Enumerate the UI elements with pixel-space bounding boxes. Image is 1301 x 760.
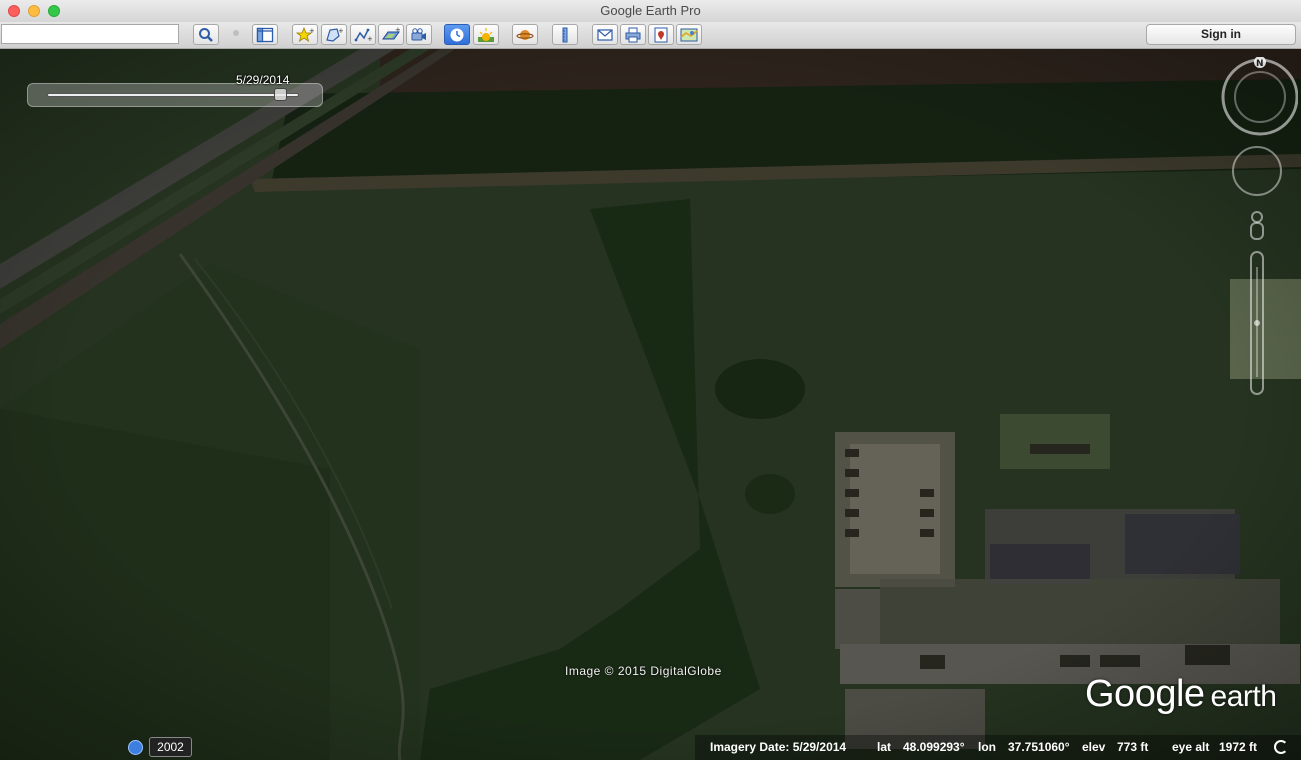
image-overlay-icon: +	[382, 27, 400, 39]
envelope-icon	[597, 28, 613, 41]
title-bar: Google Earth Pro	[0, 0, 1301, 23]
loading-spinner-icon	[1274, 740, 1288, 754]
satellite-imagery	[0, 49, 1301, 760]
email-button[interactable]	[592, 24, 618, 45]
google-earth-logo: Google earth	[1085, 673, 1277, 716]
eye-alt-label: eye alt	[1172, 740, 1210, 754]
ruler-icon	[562, 27, 568, 42]
logo-product: earth	[1210, 680, 1277, 713]
save-image-button[interactable]	[648, 24, 674, 45]
save-image-icon	[654, 27, 668, 42]
clock-icon	[450, 28, 464, 41]
magnifier-icon	[199, 27, 213, 42]
imagery-copyright: Image © 2015 DigitalGlobe	[565, 664, 722, 678]
svg-text:+: +	[395, 27, 400, 34]
sidebar-icon	[256, 27, 274, 42]
imagery-year[interactable]: 2002	[149, 737, 192, 757]
time-slider-track[interactable]	[47, 93, 299, 97]
search-input[interactable]	[1, 24, 179, 44]
lon-value: 37.751060°	[1008, 740, 1070, 754]
add-placemark-button[interactable]: +	[292, 24, 318, 45]
placemark-icon: +	[296, 26, 314, 42]
printer-icon	[625, 27, 641, 42]
logo-brand: Google	[1085, 673, 1205, 715]
historical-imagery-button[interactable]	[444, 24, 470, 45]
record-tour-button[interactable]	[406, 24, 432, 45]
sidebar-toggle-button[interactable]	[252, 24, 278, 45]
time-slider-thumb[interactable]	[274, 88, 288, 101]
navigation-controls: N	[1221, 57, 1298, 395]
path-icon: +	[354, 28, 372, 43]
sun-icon	[478, 27, 494, 42]
add-polygon-button[interactable]: +	[321, 24, 347, 45]
search-panel-button[interactable]	[193, 24, 219, 45]
switch-planet-button[interactable]	[512, 24, 538, 45]
lat-value: 48.099293°	[903, 740, 965, 754]
zoom-slider[interactable]	[1250, 251, 1264, 395]
toolbar-separator-dot	[233, 30, 239, 36]
add-image-overlay-button[interactable]: +	[378, 24, 404, 45]
add-path-button[interactable]: +	[350, 24, 376, 45]
compass-north-label: N	[1256, 59, 1264, 69]
sign-in-button[interactable]: Sign in	[1146, 24, 1296, 45]
status-bar: 2002 Imagery Date: 5/29/2014 lat 48.0992…	[0, 735, 1301, 760]
status-readout: Imagery Date: 5/29/2014 lat 48.099293° l…	[695, 735, 1301, 760]
window-title: Google Earth Pro	[600, 3, 701, 18]
ruler-button[interactable]	[552, 24, 578, 45]
move-control[interactable]	[1232, 146, 1282, 196]
record-tour-icon	[411, 27, 426, 40]
maps-icon	[680, 28, 698, 41]
imagery-date: Imagery Date: 5/29/2014	[710, 740, 847, 754]
time-slider-date: 5/29/2014	[236, 73, 290, 87]
svg-text:+: +	[338, 27, 343, 35]
toolbar: + + + + Sign in	[0, 22, 1301, 49]
planet-icon	[516, 29, 534, 40]
map-view[interactable]: 5/29/2014 N Image © 2015 DigitalGlobe Go…	[0, 49, 1301, 760]
lat-label: lat	[877, 740, 892, 754]
eye-alt-value: 1972 ft	[1219, 740, 1258, 754]
street-view-pegman-icon[interactable]	[1250, 211, 1264, 240]
historical-clock-icon[interactable]	[128, 740, 143, 755]
svg-text:+: +	[309, 27, 314, 35]
lon-label: lon	[978, 740, 996, 754]
elev-label: elev	[1082, 740, 1106, 754]
view-in-maps-button[interactable]	[676, 24, 702, 45]
elev-value: 773 ft	[1117, 740, 1149, 754]
zoom-slider-thumb[interactable]	[1254, 320, 1260, 326]
print-button[interactable]	[620, 24, 646, 45]
sunlight-button[interactable]	[473, 24, 499, 45]
polygon-icon: +	[326, 27, 343, 42]
svg-text:+: +	[367, 35, 372, 43]
